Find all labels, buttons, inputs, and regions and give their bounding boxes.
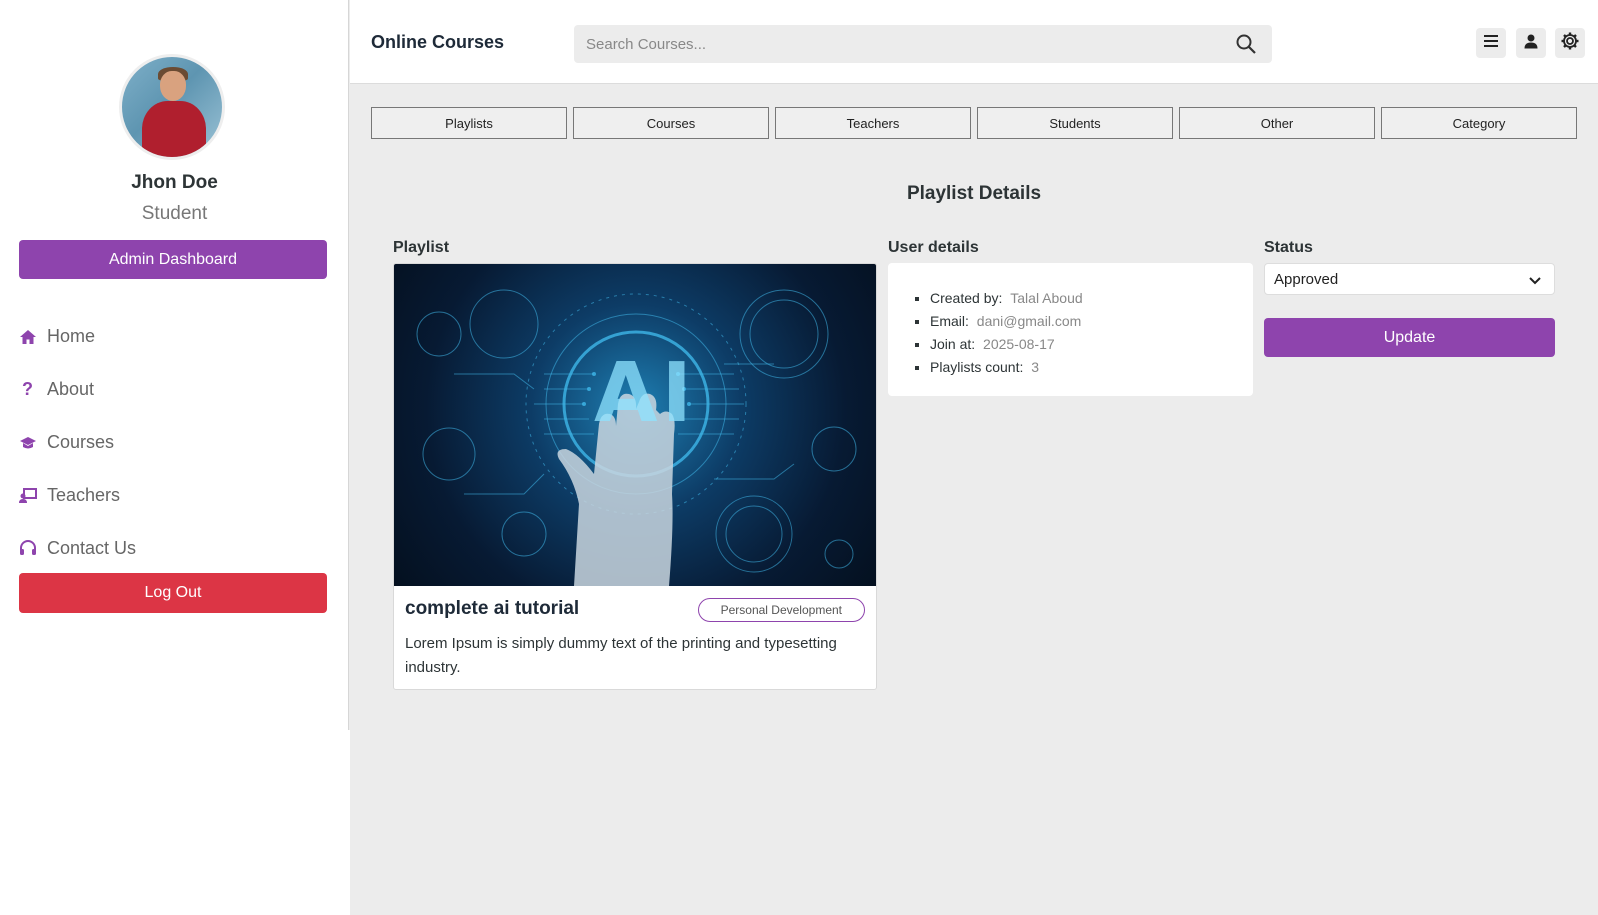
sidebar-item-label: Courses: [47, 432, 115, 452]
tab-students[interactable]: Students: [977, 107, 1173, 139]
sidebar-item-about[interactable]: ? About: [19, 363, 319, 416]
list-item: Join at: 2025-08-17: [930, 333, 1083, 356]
sidebar-nav: Home ? About Courses Teachers Contact Us: [19, 310, 319, 575]
tab-playlists[interactable]: Playlists: [371, 107, 567, 139]
list-item: Email: dani@gmail.com: [930, 310, 1083, 333]
join-label: Join at:: [930, 336, 976, 352]
sidebar-item-contact[interactable]: Contact Us: [19, 522, 319, 575]
menu-button[interactable]: [1476, 28, 1506, 58]
list-item: Playlists count: 3: [930, 356, 1083, 379]
sidebar-item-label: Teachers: [47, 485, 121, 505]
sidebar-item-home[interactable]: Home: [19, 310, 319, 363]
page-title: Playlist Details: [906, 183, 1042, 204]
chalkboard-teacher-icon: [19, 488, 47, 503]
created-by-label: Created by:: [930, 290, 1003, 306]
status-select[interactable]: Approved: [1264, 263, 1555, 295]
chevron-down-icon: [1528, 273, 1542, 290]
gear-icon: [1561, 32, 1579, 55]
search-bar: [574, 25, 1272, 63]
brand-title: Online Courses: [371, 32, 505, 52]
sidebar-item-courses[interactable]: Courses: [19, 416, 319, 469]
home-icon: [19, 329, 47, 345]
user-icon: [1523, 33, 1539, 54]
user-button[interactable]: [1516, 28, 1546, 58]
category-badge: Personal Development: [697, 598, 865, 622]
list-item: Created by: Talal Aboud: [930, 287, 1083, 310]
search-icon[interactable]: [1236, 34, 1256, 59]
profile-name: Jhon Doe: [131, 172, 218, 193]
sidebar-item-label: Contact Us: [47, 538, 137, 558]
playlist-label: Playlist: [393, 239, 450, 256]
headset-icon: [19, 540, 47, 557]
user-details-list: Created by: Talal Aboud Email: dani@gmai…: [930, 287, 1083, 379]
email-value: dani@gmail.com: [976, 313, 1082, 329]
sidebar: Jhon Doe Student Admin Dashboard Home ? …: [0, 0, 349, 730]
status-value: Approved: [1274, 270, 1339, 288]
profile-role: Student: [141, 203, 208, 224]
playlist-description: Lorem Ipsum is simply dummy text of the …: [405, 635, 837, 676]
admin-dashboard-button[interactable]: Admin Dashboard: [19, 240, 327, 279]
ai-hologram-text: AI: [594, 346, 696, 441]
update-button[interactable]: Update: [1264, 318, 1555, 357]
graduation-cap-icon: [19, 436, 47, 450]
email-label: Email:: [930, 313, 969, 329]
sidebar-item-label: Home: [47, 326, 96, 346]
logout-button[interactable]: Log Out: [19, 573, 327, 613]
settings-button[interactable]: [1555, 28, 1585, 58]
user-details-label: User details: [888, 239, 979, 256]
playlist-thumbnail: AI: [394, 264, 876, 586]
playlists-count-label: Playlists count:: [930, 359, 1024, 375]
sidebar-footer-area: [0, 730, 350, 915]
playlist-title: complete ai tutorial: [405, 598, 580, 619]
tab-courses[interactable]: Courses: [573, 107, 769, 139]
tab-category[interactable]: Category: [1381, 107, 1577, 139]
status-label: Status: [1264, 239, 1313, 256]
tab-other[interactable]: Other: [1179, 107, 1375, 139]
playlists-count-value: 3: [1031, 359, 1040, 375]
search-input[interactable]: [574, 25, 1214, 63]
menu-icon: [1483, 34, 1499, 53]
join-value: 2025-08-17: [983, 336, 1055, 352]
user-details-card: Created by: Talal Aboud Email: dani@gmai…: [888, 263, 1253, 396]
created-by-value: Talal Aboud: [1010, 290, 1083, 306]
sidebar-item-label: About: [47, 379, 95, 399]
avatar[interactable]: [119, 54, 225, 160]
admin-tabs: Playlists Courses Teachers Students Othe…: [371, 107, 1577, 139]
playlist-card[interactable]: AI complete ai tutorial Personal Develop…: [393, 263, 877, 690]
tab-teachers[interactable]: Teachers: [775, 107, 971, 139]
question-icon: ?: [22, 379, 33, 399]
top-header: Online Courses: [350, 0, 1598, 84]
sidebar-item-teachers[interactable]: Teachers: [19, 469, 319, 522]
